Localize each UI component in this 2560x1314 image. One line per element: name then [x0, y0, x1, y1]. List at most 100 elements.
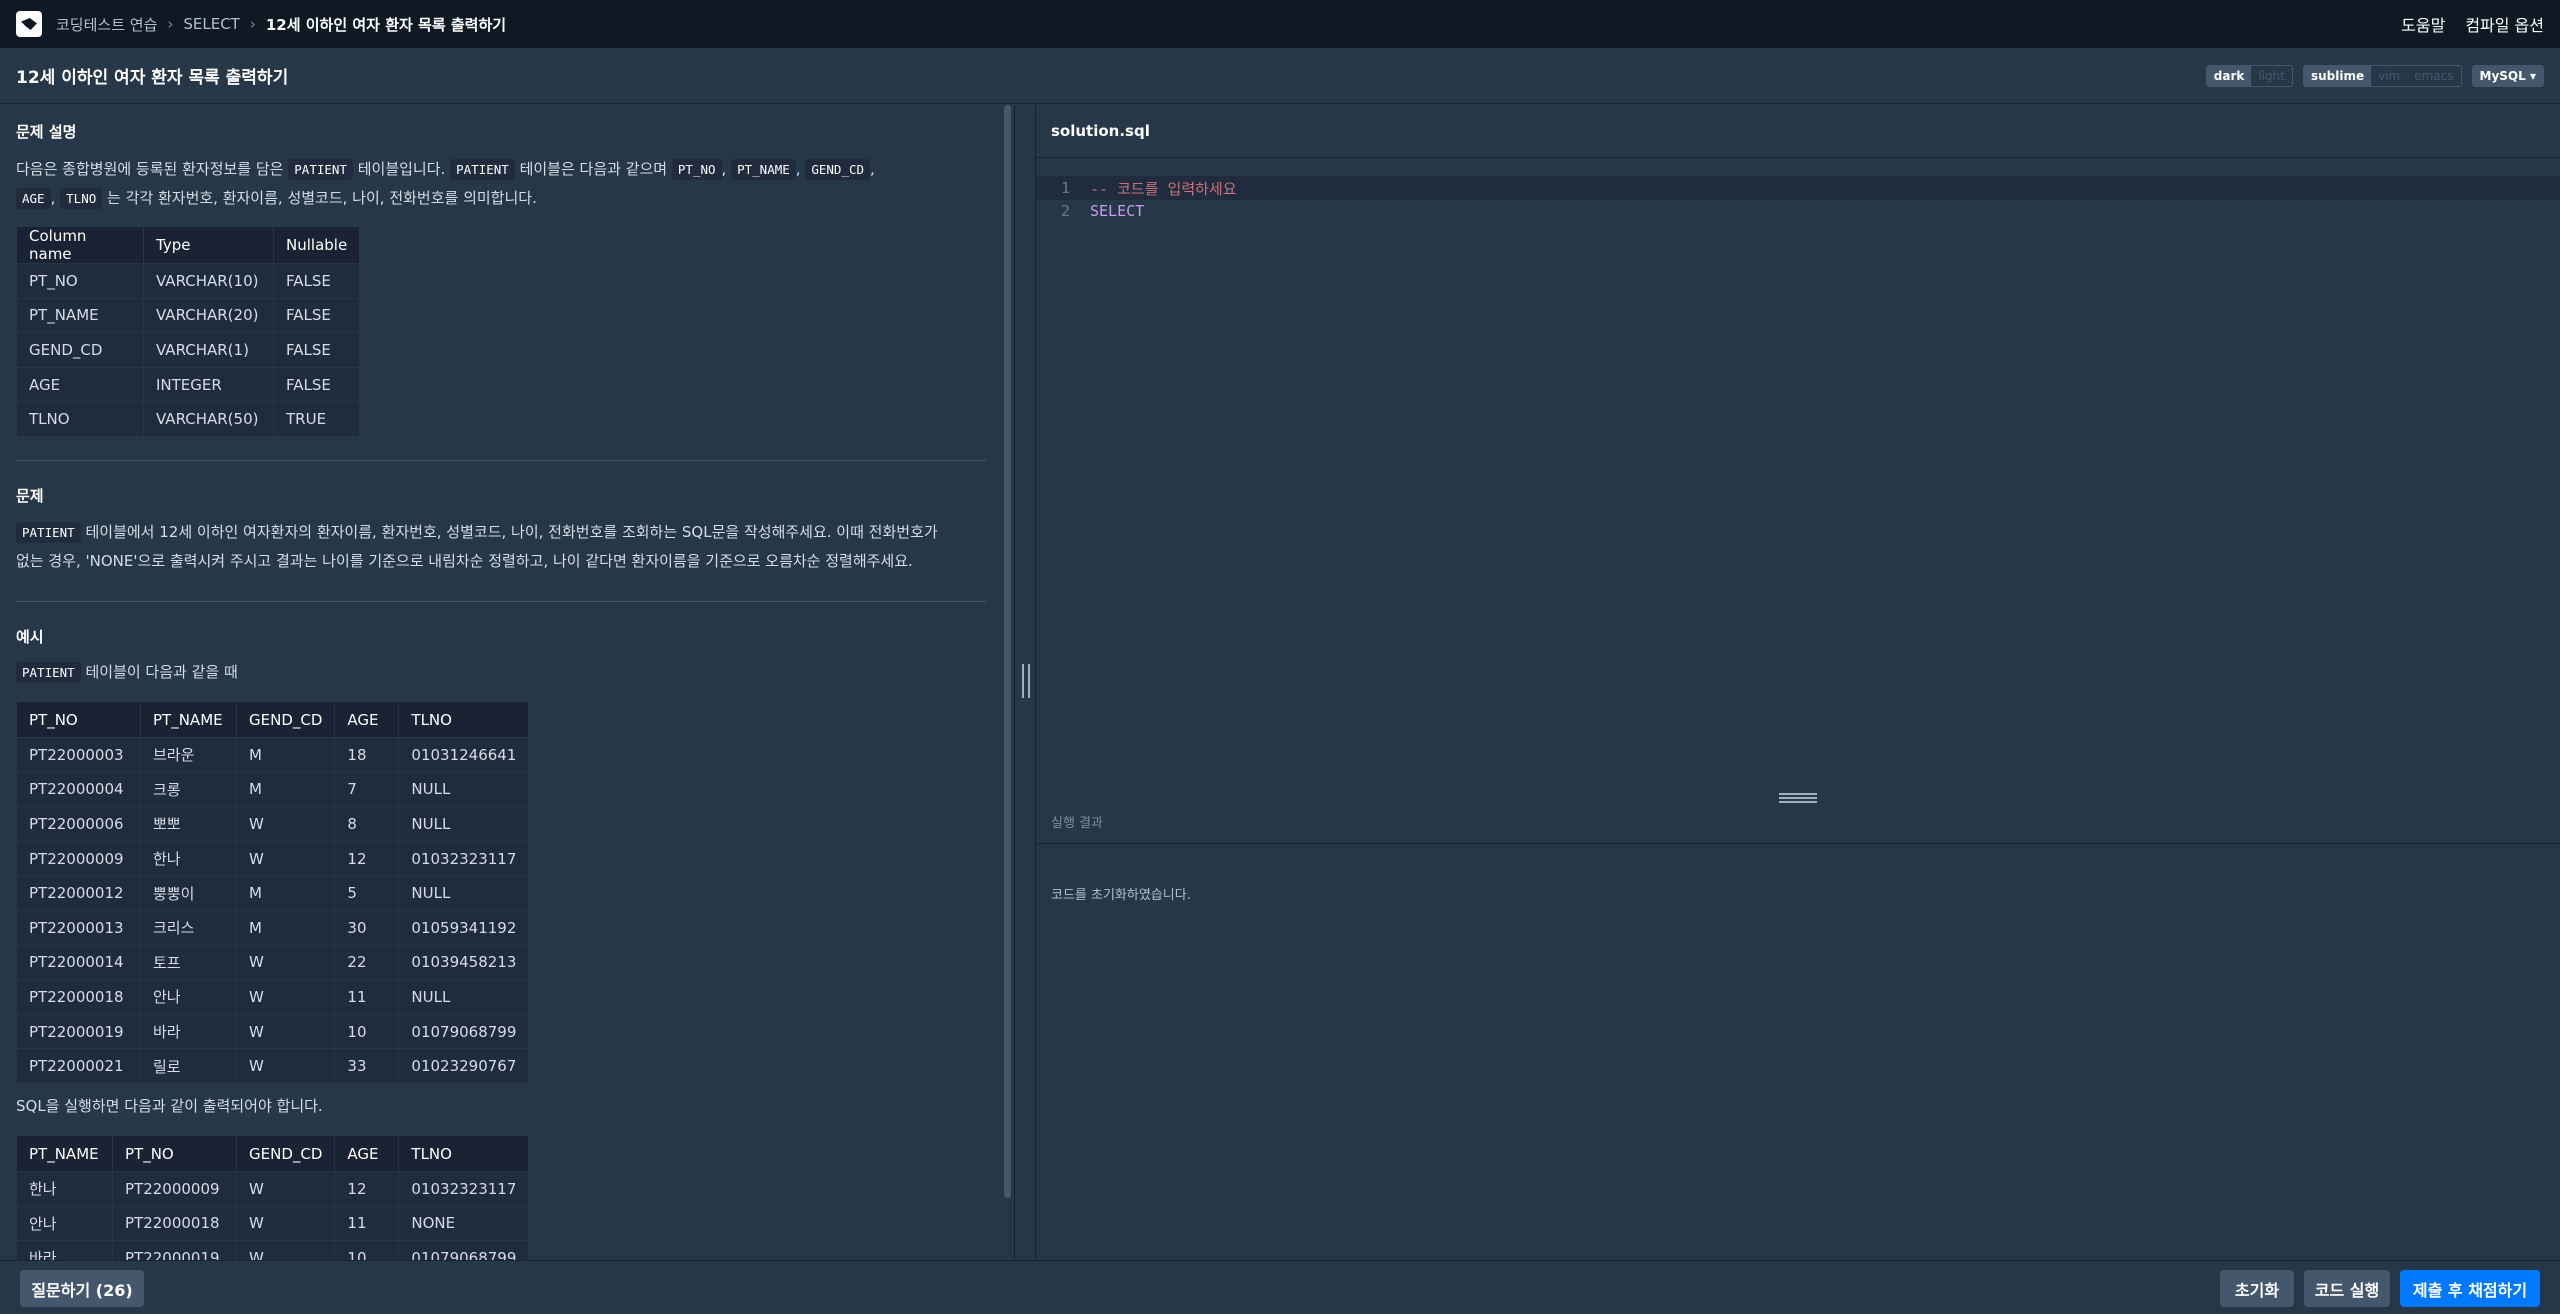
text: 테이블입니다. [357, 160, 446, 178]
cell: PT22000019 [16, 1013, 141, 1050]
cell: NULL [398, 806, 530, 842]
cell: 한나 [16, 1171, 113, 1207]
cell: FALSE [272, 263, 361, 299]
cell: 10 [334, 1013, 400, 1050]
text: 테이블에서 12세 이하인 여자환자의 환자이름, 환자번호, 성별코드, 나이… [85, 523, 938, 541]
text: , [50, 189, 56, 207]
help-link[interactable]: 도움말 [2401, 12, 2445, 36]
cell: W [235, 1013, 336, 1050]
theme-toggle: dark light [2205, 64, 2293, 87]
cell: 01032323117 [398, 1171, 530, 1207]
keymap-vim-option[interactable]: vim [2371, 66, 2407, 86]
code-comment: -- 코드를 입력하세요 [1090, 179, 1237, 198]
line-number: 1 [1060, 179, 1070, 197]
cell: VARCHAR(20) [143, 297, 274, 334]
table-row: PT_NAME VARCHAR(20) FALSE [16, 297, 361, 334]
keymap-toggle: sublime vim emacs [2302, 64, 2462, 87]
line-number: 2 [1060, 202, 1070, 220]
code-token: TLNO [60, 188, 103, 209]
description-text: 다음은 종합병원에 등록된 환자정보를 담은 PATIENT 테이블입니다. P… [16, 155, 986, 213]
table-row: GEND_CD VARCHAR(1) FALSE [16, 332, 361, 368]
cell: PT22000009 [112, 1171, 237, 1207]
cell: 10 [334, 1240, 400, 1260]
divider [16, 460, 986, 461]
code-token: PATIENT [288, 159, 353, 180]
problem-text: PATIENT 테이블에서 12세 이하인 여자환자의 환자이름, 환자번호, … [16, 518, 986, 576]
breadcrumb-item-current: 12세 이하인 여자 환자 목록 출력하기 [265, 15, 507, 34]
cell: 30 [334, 909, 400, 946]
cell: 01031246641 [398, 737, 530, 773]
cell: PT22000013 [16, 909, 141, 946]
cell: 01059341192 [398, 909, 530, 946]
cell: PT22000018 [112, 1205, 237, 1242]
schema-header: Column name [16, 226, 144, 264]
cell: PT22000004 [16, 771, 141, 808]
cell: 5 [334, 875, 400, 911]
cell: PT22000014 [16, 944, 141, 981]
cell: W [235, 979, 336, 1015]
theme-light-option[interactable]: light [2251, 66, 2292, 86]
caret-down-icon: ▾ [2529, 68, 2536, 83]
cell: AGE [16, 366, 144, 403]
code-line[interactable]: 2 SELECT [1036, 199, 2560, 223]
title-bar: 12세 이하인 여자 환자 목록 출력하기 dark light sublime… [0, 48, 2560, 104]
chevron-right-icon: › [249, 15, 256, 33]
expected-result-table: PT_NAME PT_NO GEND_CD AGE TLNO 한나 PT22000… [16, 1135, 530, 1260]
cell: W [235, 1205, 336, 1242]
cell: PT22000003 [16, 737, 141, 773]
cell: 01023290767 [398, 1048, 530, 1084]
resize-handle-icon[interactable] [1022, 664, 1030, 698]
cell: TRUE [272, 401, 361, 437]
cell: M [235, 875, 336, 911]
text: , [870, 160, 875, 178]
schema-header: Nullable [272, 226, 361, 264]
cell: PT_NO [16, 263, 144, 299]
keymap-sublime-option[interactable]: sublime [2303, 65, 2372, 86]
programmers-logo-icon[interactable] [16, 11, 42, 37]
breadcrumb-item-practice[interactable]: 코딩테스트 연습 [56, 14, 157, 35]
cell: PT22000018 [16, 979, 141, 1015]
code-keyword: SELECT [1090, 202, 1145, 220]
ask-question-button[interactable]: 질문하기 (26) [20, 1270, 144, 1307]
text: 는 각각 환자번호, 환자이름, 성별코드, 나이, 전화번호를 의미합니다. [107, 189, 537, 207]
language-select-value: MySQL [2479, 68, 2526, 83]
cell: FALSE [272, 366, 361, 403]
submit-button[interactable]: 제출 후 채점하기 [2400, 1270, 2540, 1307]
theme-dark-option[interactable]: dark [2206, 65, 2252, 86]
language-select[interactable]: MySQL ▾ [2471, 64, 2544, 87]
cell: 한나 [140, 840, 237, 877]
cell: 01079068799 [398, 1013, 530, 1050]
cell: 8 [334, 806, 400, 842]
reset-button[interactable]: 초기화 [2220, 1270, 2294, 1307]
cell: M [235, 909, 336, 946]
cell: 바라 [140, 1013, 237, 1050]
cell: PT22000019 [112, 1240, 237, 1260]
cell: 18 [334, 737, 400, 773]
run-code-button[interactable]: 코드 실행 [2304, 1270, 2390, 1307]
table-row: PT22000006 뽀뽀 W 8 NULL [16, 806, 530, 842]
table-row: AGE INTEGER FALSE [16, 366, 361, 403]
example-intro: PATIENT 테이블이 다음과 같을 때 [16, 658, 238, 687]
code-line[interactable]: 1 -- 코드를 입력하세요 [1036, 176, 2560, 200]
keymap-emacs-option[interactable]: emacs [2407, 66, 2460, 86]
result-header: PT_NAME [16, 1135, 113, 1172]
result-header: TLNO [398, 1135, 530, 1172]
breadcrumb-item-category[interactable]: SELECT [183, 15, 239, 33]
cell: VARCHAR(1) [143, 332, 274, 368]
table-row: PT22000018 안나 W 11 NULL [16, 979, 530, 1015]
result-header: AGE [334, 1135, 400, 1172]
cell: 안나 [16, 1205, 113, 1242]
editor-file-bar: solution.sql [1036, 105, 2560, 158]
cell: GEND_CD [16, 332, 144, 368]
problem-scrollbar[interactable] [1004, 105, 1011, 1198]
compile-options-link[interactable]: 컴파일 옵션 [2465, 12, 2544, 36]
cell: 11 [334, 1205, 400, 1242]
code-token: PT_NAME [731, 159, 796, 180]
code-editor[interactable]: 1 -- 코드를 입력하세요 2 SELECT [1036, 158, 2560, 790]
cell: INTEGER [143, 366, 274, 403]
cell: NONE [398, 1205, 530, 1242]
results-bar: 실행 결과 [1036, 800, 2560, 844]
cell: PT_NAME [16, 297, 144, 334]
footer-bar: 질문하기 (26) 초기화 코드 실행 제출 후 채점하기 [0, 1260, 2560, 1314]
schema-header: Type [143, 226, 274, 264]
